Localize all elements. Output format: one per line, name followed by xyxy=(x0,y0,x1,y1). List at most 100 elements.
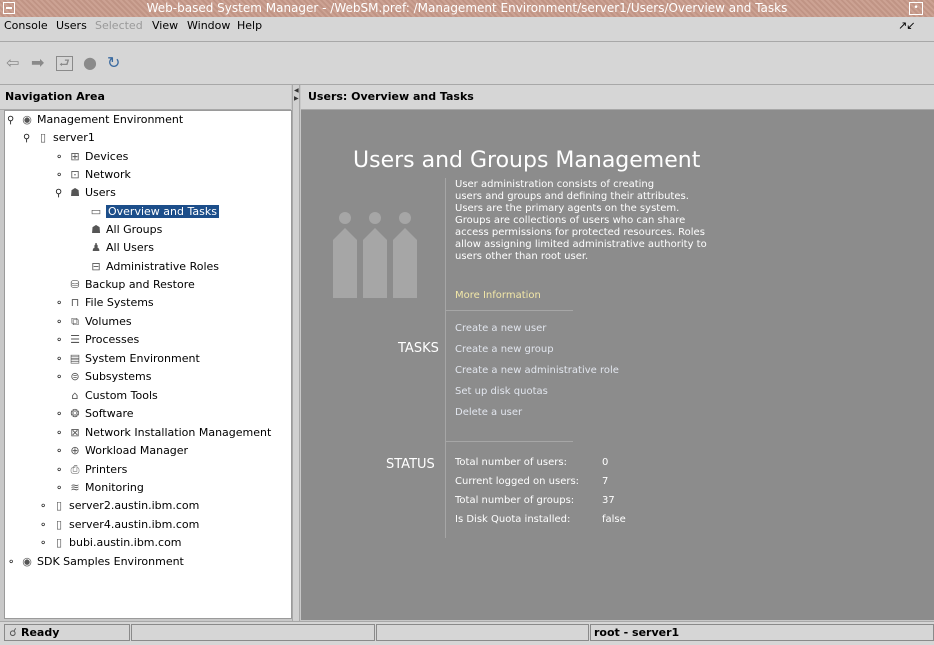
content-header: Users: Overview and Tasks xyxy=(301,85,934,110)
page-title: Users and Groups Management xyxy=(353,148,701,173)
subsystems-icon: ⊜ xyxy=(70,370,80,383)
software-icon: ❂ xyxy=(70,407,80,420)
tree-item-subsystems[interactable]: ⚬ ⊜ Subsystems xyxy=(55,368,151,386)
overview-icon: ▭ xyxy=(90,205,102,218)
menu-selected[interactable]: Selected xyxy=(95,19,143,32)
tree-item-network-installation-management[interactable]: ⚬ ⊠ Network Installation Management xyxy=(55,424,271,442)
tree-item-users[interactable]: ⚲ ☗ Users xyxy=(55,184,116,202)
description: User administration consists of creating… xyxy=(455,179,707,262)
collapsed-toggle-icon[interactable]: ⚬ xyxy=(39,535,52,553)
tree-item-custom-tools[interactable]: ⌂ Custom Tools xyxy=(68,387,158,405)
create-new-user-link[interactable]: Create a new user xyxy=(455,323,546,334)
tree-item-administrative-roles[interactable]: ⊟ Administrative Roles xyxy=(89,258,219,276)
menu-console[interactable]: Console xyxy=(4,19,48,32)
tree-item-all-groups[interactable]: ☗ All Groups xyxy=(89,221,162,239)
tree-item-network[interactable]: ⚬ ⊡ Network xyxy=(55,166,131,184)
tree-item-server4[interactable]: ⚬ ▯ server4.austin.ibm.com xyxy=(39,516,199,534)
management-environment-icon: ◉ xyxy=(22,113,32,126)
tree-item-monitoring[interactable]: ⚬ ≋ Monitoring xyxy=(55,479,144,497)
tree-item-workload-manager[interactable]: ⚬ ⊕ Workload Manager xyxy=(55,442,188,460)
user-host-text: root - server1 xyxy=(594,626,680,639)
title-bar[interactable]: Web-based System Manager - /WebSM.pref: … xyxy=(0,0,934,17)
collapsed-toggle-icon[interactable]: ⚬ xyxy=(39,517,52,535)
status-text: Ready xyxy=(21,626,60,639)
menu-window[interactable]: Window xyxy=(187,19,230,32)
collapsed-toggle-icon[interactable]: ⚬ xyxy=(55,406,68,424)
navigation-tree[interactable]: ⚲ ◉ Management Environment ⚲ ▯ server1 ⚬ ⊞ Dev… xyxy=(4,110,292,619)
collapsed-toggle-icon[interactable]: ⚬ xyxy=(55,332,68,350)
tree-item-software[interactable]: ⚬ ❂ Software xyxy=(55,405,134,423)
collapsed-toggle-icon[interactable]: ⚬ xyxy=(55,314,68,332)
collapsed-toggle-icon[interactable]: ⚬ xyxy=(55,149,68,167)
user-host-field: root - server1 xyxy=(590,624,934,641)
processes-icon: ☰ xyxy=(70,333,80,346)
expanded-toggle-icon[interactable]: ⚲ xyxy=(23,130,36,148)
tree-item-devices[interactable]: ⚬ ⊞ Devices xyxy=(55,148,128,166)
divider xyxy=(445,310,573,311)
tree-item-printers[interactable]: ⚬ ⎙ Printers xyxy=(55,461,127,479)
window-title: Web-based System Manager - /WebSM.pref: … xyxy=(146,1,788,15)
pane-splitter[interactable]: ◀ ▶ xyxy=(292,85,300,621)
menu-help[interactable]: Help xyxy=(237,19,262,32)
menu-bar: Console Users Selected View Window Help … xyxy=(0,17,934,42)
menu-users[interactable]: Users xyxy=(56,19,87,32)
total-users-label: Total number of users: xyxy=(455,457,567,468)
navigation-area-title: Navigation Area xyxy=(5,90,105,103)
create-new-group-link[interactable]: Create a new group xyxy=(455,344,554,355)
collapsed-toggle-icon[interactable]: ⚬ xyxy=(55,462,68,480)
tree-item-management-environment[interactable]: ⚲ ◉ Management Environment xyxy=(7,111,183,129)
collapsed-toggle-icon[interactable]: ⚬ xyxy=(55,369,68,387)
collapsed-toggle-icon[interactable]: ⚬ xyxy=(39,498,52,516)
collapsed-toggle-icon[interactable]: ⚬ xyxy=(55,443,68,461)
toolbar: ⇦ ➡ ⮐ ● ↻ xyxy=(0,42,934,85)
collapsed-toggle-icon[interactable]: ⚬ xyxy=(55,351,68,369)
content-area: Users and Groups Management User adminis… xyxy=(301,110,934,620)
up-level-icon[interactable]: ⮐ xyxy=(56,56,73,71)
tree-item-all-users[interactable]: ♟ All Users xyxy=(89,239,154,257)
collapsed-toggle-icon[interactable]: ⚬ xyxy=(55,167,68,185)
groups-icon: ☗ xyxy=(91,223,101,236)
tree-item-overview-and-tasks[interactable]: ▭ Overview and Tasks xyxy=(89,203,219,221)
window-controls-icon[interactable]: ↗↙ xyxy=(898,19,915,32)
backup-icon: ⛁ xyxy=(70,278,80,291)
tree-item-volumes[interactable]: ⚬ ⧉ Volumes xyxy=(55,313,132,331)
forward-arrow-icon[interactable]: ➡ xyxy=(31,55,44,71)
collapsed-toggle-icon[interactable]: ⚬ xyxy=(55,425,68,443)
total-users-value: 0 xyxy=(602,457,609,468)
collapse-left-icon[interactable]: ◀ xyxy=(294,87,299,94)
monitoring-icon: ≋ xyxy=(70,481,80,494)
set-up-disk-quotas-link[interactable]: Set up disk quotas xyxy=(455,386,548,397)
management-environment-icon: ◉ xyxy=(22,555,32,568)
expanded-toggle-icon[interactable]: ⚲ xyxy=(55,185,68,203)
users-icon: ☗ xyxy=(70,186,80,199)
collapsed-toggle-icon[interactable]: ⚬ xyxy=(55,295,68,313)
user-icon: ♟ xyxy=(91,241,101,254)
disk-quota-label: Is Disk Quota installed: xyxy=(455,514,571,525)
tree-item-backup-and-restore[interactable]: ⛁ Backup and Restore xyxy=(68,276,194,294)
menu-view[interactable]: View xyxy=(152,19,178,32)
volumes-icon: ⧉ xyxy=(71,315,79,328)
printer-icon: ⎙ xyxy=(70,463,80,476)
minimize-icon[interactable]: • xyxy=(909,2,923,15)
back-arrow-icon[interactable]: ⇦ xyxy=(6,55,19,71)
devices-icon: ⊞ xyxy=(70,150,80,163)
expanded-toggle-icon[interactable]: ⚲ xyxy=(7,112,20,130)
status-field-empty xyxy=(131,624,375,641)
tree-item-bubi[interactable]: ⚬ ▯ bubi.austin.ibm.com xyxy=(39,534,182,552)
refresh-icon[interactable]: ↻ xyxy=(107,55,120,71)
status-bar: ☌ Ready root - server1 xyxy=(0,621,934,645)
stop-icon[interactable]: ● xyxy=(83,55,97,71)
delete-user-link[interactable]: Delete a user xyxy=(455,407,522,418)
more-information-link[interactable]: More Information xyxy=(455,290,541,301)
create-admin-role-link[interactable]: Create a new administrative role xyxy=(455,365,619,376)
collapsed-toggle-icon[interactable]: ⚬ xyxy=(55,480,68,498)
tree-item-server1[interactable]: ⚲ ▯ server1 xyxy=(23,129,95,147)
tree-item-server2[interactable]: ⚬ ▯ server2.austin.ibm.com xyxy=(39,497,199,515)
tree-item-processes[interactable]: ⚬ ☰ Processes xyxy=(55,331,139,349)
system-environment-icon: ▤ xyxy=(69,352,81,365)
collapsed-toggle-icon[interactable]: ⚬ xyxy=(7,554,20,572)
tree-item-system-environment[interactable]: ⚬ ▤ System Environment xyxy=(55,350,200,368)
tree-item-sdk-samples-environment[interactable]: ⚬ ◉ SDK Samples Environment xyxy=(7,553,184,571)
tree-item-file-systems[interactable]: ⚬ ⊓ File Systems xyxy=(55,294,154,312)
collapse-right-icon[interactable]: ▶ xyxy=(294,95,299,102)
